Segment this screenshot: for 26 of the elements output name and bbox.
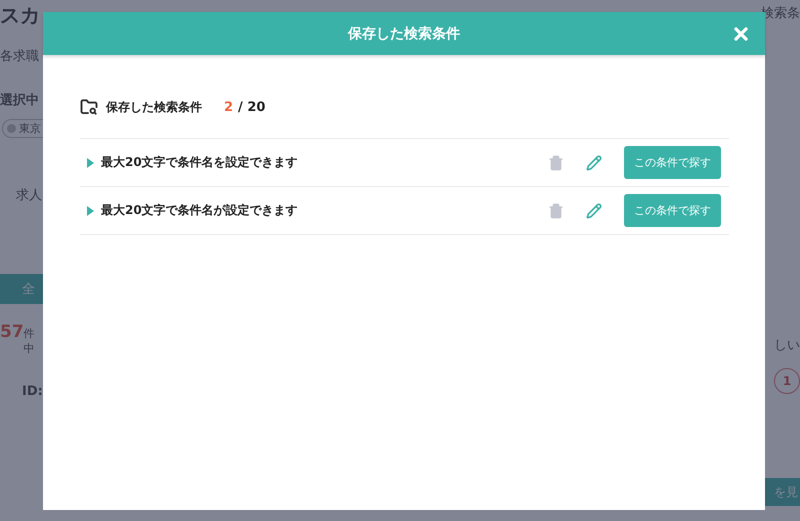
condition-name: 最大20文字で条件名が設定できます [101, 202, 299, 219]
edit-button[interactable] [586, 202, 602, 218]
summary-label: 保存した検索条件 [106, 98, 202, 116]
detail-button[interactable]: を見 [765, 478, 800, 506]
delete-button[interactable] [548, 154, 564, 170]
page-heading: スカ [0, 2, 40, 29]
search-with-condition-button[interactable]: この条件で探す [624, 146, 721, 179]
description-text: 各求職 [0, 48, 39, 65]
saved-count: 2 [224, 100, 234, 114]
sort-option[interactable]: しい [774, 336, 800, 354]
field-label: 求人 [15, 187, 42, 204]
saved-limit: / 20 [238, 100, 266, 114]
all-button[interactable]: 全 [0, 274, 43, 304]
count-suffix: 件中 [24, 326, 36, 356]
condition-name: 最大20文字で条件名を設定できます [101, 154, 299, 171]
caret-icon[interactable] [86, 206, 94, 216]
delete-button[interactable] [548, 202, 564, 218]
dialog-title: 保存した検索条件 [348, 24, 460, 42]
caret-icon[interactable] [86, 158, 94, 168]
edit-button[interactable] [586, 154, 602, 170]
id-label: ID: [21, 384, 43, 399]
count-badge: 1 [774, 368, 800, 394]
section-label: 選択中 [0, 92, 39, 109]
folder-search-icon [80, 98, 98, 116]
search-with-condition-button[interactable]: この条件で探す [624, 194, 721, 227]
result-count: 57 [0, 322, 24, 342]
